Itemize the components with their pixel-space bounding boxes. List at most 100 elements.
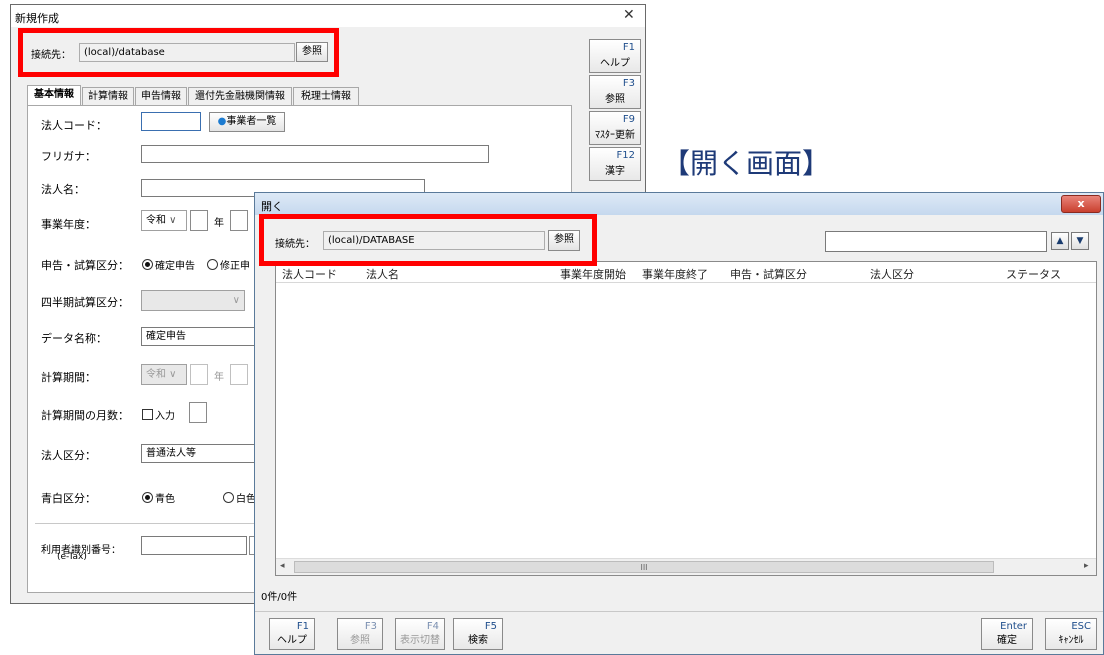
radio-checked-icon — [142, 259, 153, 270]
column-header-corp-code[interactable]: 法人コード — [282, 266, 337, 282]
corp-name-label: 法人名： — [41, 183, 85, 196]
open-screen-annotation: 【開く画面】 — [662, 147, 831, 180]
connection-highlight — [18, 28, 339, 77]
record-count: 0件/0件 — [261, 592, 298, 603]
tab-tax-accountant-info[interactable]: 税理士情報 — [293, 87, 359, 105]
open-connection-highlight — [259, 214, 597, 266]
color-option-white-label: 白色 — [236, 494, 256, 505]
color-type-label: 青白区分： — [41, 492, 96, 505]
furigana-input[interactable] — [141, 145, 489, 163]
column-header-fy-start[interactable]: 事業年度開始 — [560, 266, 626, 282]
color-option-blue-label: 青色 — [155, 494, 175, 505]
filing-option-amended[interactable]: 修正申 — [207, 257, 250, 272]
chevron-down-icon: ∨ — [232, 295, 240, 306]
months-checkbox[interactable]: 入力 — [142, 407, 175, 422]
esc-label: ｷｬﾝｾﾙ — [1058, 635, 1084, 646]
calc-era-value: 令和 — [146, 369, 166, 380]
column-header-filing-type[interactable]: 申告・試算区分 — [730, 266, 807, 282]
chevron-down-icon: ∨ — [166, 215, 177, 226]
color-option-white[interactable]: 白色 — [223, 490, 256, 505]
tab-basic-info[interactable]: 基本情報 — [27, 85, 81, 105]
f12-label: 漢字 — [605, 166, 625, 177]
quarter-select[interactable]: ∨ — [141, 290, 245, 311]
column-header-corp-name[interactable]: 法人名 — [366, 266, 399, 282]
column-header-fy-end[interactable]: 事業年度終了 — [642, 266, 708, 282]
up-arrow-button[interactable]: ▲ — [1051, 232, 1069, 250]
scroll-left-icon[interactable]: ◂ — [280, 561, 285, 571]
horizontal-scrollbar[interactable]: ◂ III ▸ — [276, 558, 1096, 575]
footer-divider — [255, 611, 1103, 612]
open-f4-label: 表示切替 — [400, 635, 440, 646]
business-list-label: 事業者一覧 — [226, 116, 277, 127]
calc-era-select[interactable]: 令和 ∨ — [141, 364, 187, 385]
calc-month-input[interactable] — [230, 364, 248, 385]
months-checkbox-label: 入力 — [155, 411, 175, 422]
era-select[interactable]: 令和 ∨ — [141, 210, 187, 231]
f12-kanji-button[interactable]: F12 漢字 — [589, 147, 641, 181]
filing-option-amended-label: 修正申 — [220, 261, 250, 272]
column-header-corp-type[interactable]: 法人区分 — [870, 266, 914, 282]
data-name-label: データ名称： — [41, 332, 107, 345]
fiscal-year-input[interactable] — [190, 210, 208, 231]
f9-master-update-button[interactable]: F9 ﾏｽﾀｰ更新 — [589, 111, 641, 145]
scrollbar-thumb[interactable]: III — [294, 561, 994, 573]
tab-filing-info[interactable]: 申告情報 — [135, 87, 187, 105]
open-f1-label: ヘルプ — [277, 635, 307, 646]
business-list-button[interactable]: ●事業者一覧 — [209, 112, 285, 132]
year-suffix-label: 年 — [214, 218, 224, 229]
calc-year-input[interactable] — [190, 364, 208, 385]
new-window-close-icon[interactable]: ✕ — [623, 7, 635, 23]
results-grid[interactable]: 法人コード 法人名 事業年度開始 事業年度終了 申告・試算区分 法人区分 ステー… — [275, 261, 1097, 576]
form-divider — [35, 523, 265, 524]
f3-key: F3 — [622, 78, 635, 89]
corp-type-label: 法人区分： — [41, 449, 96, 462]
corp-code-label: 法人コード： — [41, 119, 107, 132]
f1-key: F1 — [622, 42, 635, 53]
enter-label: 確定 — [997, 635, 1017, 646]
calc-period-label: 計算期間： — [41, 371, 96, 384]
enter-confirm-button[interactable]: Enter 確定 — [981, 618, 1033, 650]
open-f1-help-button[interactable]: F1 ヘルプ — [269, 618, 315, 650]
open-search-input[interactable] — [825, 231, 1047, 252]
f9-label: ﾏｽﾀｰ更新 — [595, 130, 635, 141]
era-value: 令和 — [146, 215, 166, 226]
open-window-titlebar: 開く x — [255, 193, 1103, 215]
data-name-input[interactable]: 確定申告 — [141, 327, 257, 346]
fiscal-month-input[interactable] — [230, 210, 248, 231]
checkbox-icon — [142, 409, 153, 420]
corp-type-field[interactable]: 普通法人等 — [141, 444, 257, 463]
fiscal-year-label: 事業年度： — [41, 218, 96, 231]
column-header-status[interactable]: ステータス — [1006, 266, 1061, 282]
color-option-blue[interactable]: 青色 — [142, 490, 175, 505]
new-window-titlebar: 新規作成 ✕ — [11, 5, 645, 27]
esc-cancel-button[interactable]: ESC ｷｬﾝｾﾙ — [1045, 618, 1097, 650]
user-id-sub-label: (e-Tax) — [57, 552, 87, 562]
open-f4-toggle-view-button[interactable]: F4 表示切替 — [395, 618, 445, 650]
open-window-close-button[interactable]: x — [1061, 195, 1101, 213]
open-f3-label: 参照 — [350, 635, 370, 646]
header-divider — [276, 282, 1096, 283]
new-window-title: 新規作成 — [15, 12, 59, 25]
furigana-label: フリガナ： — [41, 150, 96, 163]
open-f5-search-button[interactable]: F5 検索 — [453, 618, 503, 650]
f1-label: ヘルプ — [600, 58, 630, 69]
f1-help-button[interactable]: F1 ヘルプ — [589, 39, 641, 73]
tab-refund-bank-info[interactable]: 還付先金融機関情報 — [188, 87, 292, 105]
open-window: 開く x 接続先： (local)/DATABASE 参照 ▲ ▼ 法人コード … — [254, 192, 1104, 655]
down-arrow-button[interactable]: ▼ — [1071, 232, 1089, 250]
filing-type-label: 申告・試算区分： — [41, 259, 129, 272]
radio-unchecked-icon — [223, 492, 234, 503]
f3-browse-button[interactable]: F3 参照 — [589, 75, 641, 109]
open-f3-browse-button[interactable]: F3 参照 — [337, 618, 383, 650]
user-id-input[interactable] — [141, 536, 247, 555]
filing-option-final[interactable]: 確定申告 — [142, 257, 195, 272]
f9-key: F9 — [622, 114, 635, 125]
scroll-right-icon[interactable]: ▸ — [1084, 561, 1089, 571]
filing-option-final-label: 確定申告 — [155, 261, 195, 272]
radio-unchecked-icon — [207, 259, 218, 270]
radio-checked-icon — [142, 492, 153, 503]
tab-calc-info[interactable]: 計算情報 — [82, 87, 134, 105]
months-input[interactable] — [189, 402, 207, 423]
f12-key: F12 — [616, 150, 635, 161]
corp-code-input[interactable] — [141, 112, 201, 131]
